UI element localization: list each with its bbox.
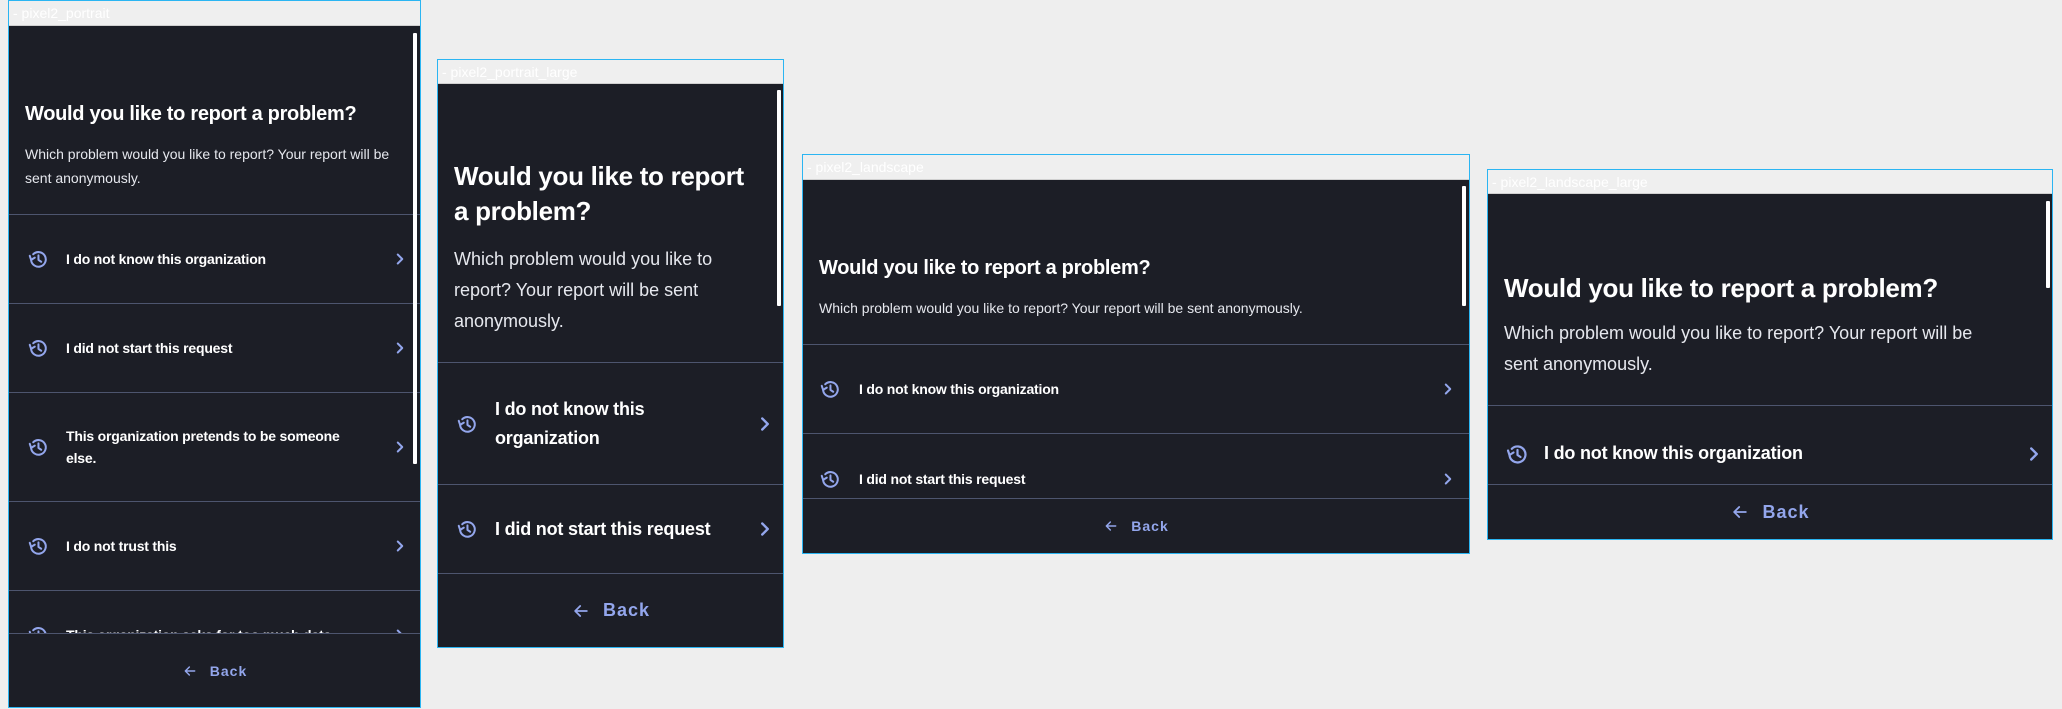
- problem-option-label: I do not know this organization: [859, 381, 1059, 397]
- footer: Back: [9, 633, 420, 707]
- back-button[interactable]: Back: [1730, 502, 1809, 523]
- device-frame: - pixel2_landscape_large Would you like t…: [1487, 169, 2053, 540]
- scrollbar[interactable]: [1462, 186, 1466, 306]
- problem-list: I do not know this organization: [1488, 405, 2052, 485]
- scrollbar[interactable]: [2046, 201, 2050, 288]
- problem-option[interactable]: I did not start this request: [803, 434, 1469, 499]
- footer: Back: [803, 498, 1469, 553]
- device-frame: - pixel2_portrait Would you like to repor…: [8, 0, 421, 708]
- frame-label: - pixel2_portrait: [9, 1, 420, 26]
- problem-option[interactable]: I do not know this organization: [438, 363, 783, 485]
- problem-list: I do not know this organization I did no…: [803, 344, 1469, 499]
- chevron-right-icon: [391, 438, 409, 456]
- problem-option-label: I did not start this request: [859, 470, 1026, 487]
- arrow-left-icon: [1103, 518, 1119, 534]
- chevron-right-icon: [391, 250, 409, 268]
- device-frame: - pixel2_landscape Would you like to repo…: [802, 154, 1470, 554]
- chevron-right-icon: [1439, 470, 1457, 488]
- chevron-right-icon: [391, 339, 409, 357]
- problem-option-label: I did not start this request: [495, 518, 711, 539]
- history-icon: [456, 518, 478, 540]
- back-button[interactable]: Back: [571, 600, 650, 621]
- back-label: Back: [209, 662, 248, 679]
- history-icon: [27, 248, 49, 270]
- page-subtitle: Which problem would you like to report? …: [819, 300, 1303, 316]
- frame-label: - pixel2_landscape: [803, 155, 1469, 180]
- problem-list: I do not know this organization I did no…: [438, 362, 783, 574]
- chevron-right-icon: [1439, 380, 1457, 398]
- frame-label: - pixel2_landscape_large: [1488, 170, 2052, 194]
- problem-option[interactable]: This organization pretends to be someone…: [9, 393, 420, 502]
- frame-label: - pixel2_portrait_large: [438, 60, 783, 84]
- history-icon: [819, 468, 841, 490]
- history-icon: [27, 535, 49, 557]
- problem-option-label: I do not know this organization: [495, 398, 645, 448]
- page-title: Would you like to report a problem?: [454, 161, 744, 226]
- history-icon: [1505, 442, 1529, 466]
- scrollbar[interactable]: [413, 33, 417, 464]
- problem-option-label: This organization pretends to be someone…: [66, 428, 340, 466]
- history-icon: [819, 378, 841, 400]
- page-subtitle: Which problem would you like to report? …: [1504, 323, 1973, 374]
- problem-list: I do not know this organization I did no…: [9, 214, 420, 634]
- page-title: Would you like to report a problem?: [1504, 273, 1938, 303]
- page-title: Would you like to report a problem?: [819, 257, 1151, 279]
- arrow-left-icon: [571, 601, 591, 621]
- chevron-right-icon: [2023, 443, 2045, 465]
- problem-option-label: I do not trust this: [66, 538, 177, 554]
- footer: Back: [1488, 484, 2052, 539]
- arrow-left-icon: [1730, 502, 1750, 522]
- back-label: Back: [1762, 501, 1810, 522]
- chevron-right-icon: [754, 413, 776, 435]
- arrow-left-icon: [182, 663, 198, 679]
- back-button[interactable]: Back: [1103, 518, 1168, 534]
- chevron-right-icon: [391, 537, 409, 555]
- back-label: Back: [602, 600, 651, 620]
- device-frame: - pixel2_portrait_large Would you like to…: [437, 59, 784, 648]
- history-icon: [456, 413, 478, 435]
- problem-option[interactable]: I do not know this organization: [1488, 406, 2052, 485]
- history-icon: [27, 436, 49, 458]
- problem-option[interactable]: I do not know this organization: [803, 345, 1469, 434]
- back-label: Back: [1131, 518, 1169, 534]
- problem-option-label: I did not start this request: [66, 340, 233, 356]
- problem-option[interactable]: I did not start this request: [9, 304, 420, 393]
- problem-option[interactable]: I do not know this organization: [9, 215, 420, 304]
- page-subtitle: Which problem would you like to report? …: [25, 146, 390, 186]
- problem-option-label: I do not know this organization: [1544, 443, 1803, 463]
- history-icon: [27, 337, 49, 359]
- scrollbar[interactable]: [777, 90, 781, 306]
- chevron-right-icon: [754, 518, 776, 540]
- back-button[interactable]: Back: [182, 663, 247, 679]
- problem-option[interactable]: I do not trust this: [9, 502, 420, 591]
- page-subtitle: Which problem would you like to report? …: [454, 249, 713, 331]
- problem-option[interactable]: I did not start this request: [438, 485, 783, 574]
- page-title: Would you like to report a problem?: [25, 103, 357, 125]
- footer: Back: [438, 573, 783, 647]
- problem-option-label: I do not know this organization: [66, 251, 266, 267]
- problem-option[interactable]: This organization asks for too much data: [9, 591, 420, 634]
